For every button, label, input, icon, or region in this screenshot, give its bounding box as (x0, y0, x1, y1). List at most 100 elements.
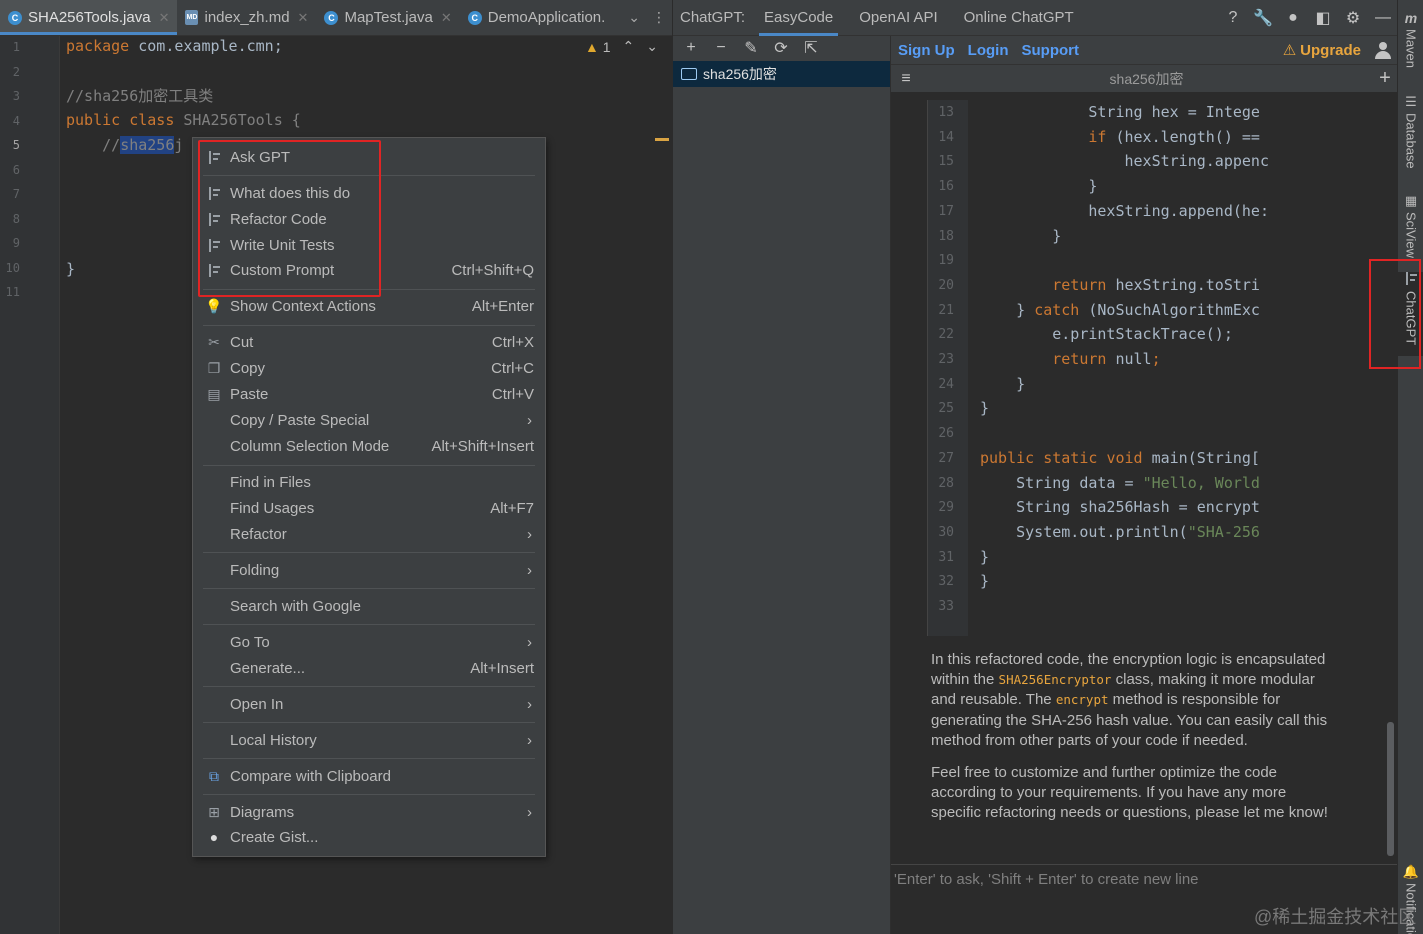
account-icon[interactable] (1374, 41, 1392, 59)
keyword: package (66, 37, 130, 55)
menu-item-open-in[interactable]: Open In › (194, 691, 544, 717)
tab-spacer (613, 0, 622, 35)
code-line[interactable]: public class SHA256Tools { (66, 111, 301, 129)
editor-tab-demoapplication[interactable]: C DemoApplication. (460, 0, 614, 35)
editor-tab-maptest[interactable]: C MapTest.java ✕ (316, 0, 459, 35)
menu-item-label: Find Usages (230, 499, 315, 517)
menu-item-paste[interactable]: ▤ Paste Ctrl+V (194, 381, 544, 407)
editor-tab-sha256tools[interactable]: C SHA256Tools.java ✕ (0, 0, 178, 35)
menu-shortcut: Alt+F7 (490, 499, 534, 517)
response-code-block[interactable]: 13 14 15 16 17 18 19 20 21 22 23 24 25 26 27 28 29 30 31 32… (927, 100, 1335, 636)
tab-online-chatgpt[interactable]: Online ChatGPT (951, 0, 1087, 36)
menu-item-cut[interactable]: ✂ Cut Ctrl+X (194, 329, 544, 355)
conversation-list-item[interactable]: sha256加密 (673, 61, 890, 87)
scrollbar-marker[interactable] (655, 138, 669, 141)
wrench-icon[interactable]: 🔧 (1248, 8, 1278, 28)
code-text: com.example.cmn; (129, 37, 283, 55)
menu-item-go-to[interactable]: Go To › (194, 629, 544, 655)
menu-item-folding[interactable]: Folding › (194, 557, 544, 583)
hamburger-icon[interactable]: ≡ (891, 70, 921, 88)
menu-item-refactor[interactable]: Refactor › (194, 521, 544, 547)
close-icon[interactable]: ✕ (441, 10, 452, 26)
selected-text: sha256 (120, 136, 175, 154)
line-number: 5 (12, 138, 20, 152)
export-icon[interactable]: ⇱ (799, 38, 823, 58)
menu-item-compare-with-clipboard[interactable]: ⧉ Compare with Clipboard (194, 763, 544, 789)
menu-item-local-history[interactable]: Local History › (194, 727, 544, 753)
menu-item-diagrams[interactable]: ⊞ Diagrams › (194, 799, 544, 825)
more-icon[interactable]: ⋮ (646, 0, 672, 35)
add-icon[interactable]: + (679, 39, 703, 57)
minimize-icon[interactable]: — (1368, 9, 1398, 27)
warning-icon: ⚠ (1282, 42, 1297, 59)
bell-icon: 🔔 (1402, 864, 1420, 879)
code-block-line-number: 19 (938, 253, 954, 269)
menu-item-create-gist[interactable]: ● Create Gist... (194, 824, 544, 850)
chevron-right-icon: › (527, 411, 532, 429)
menu-item-label: Local History (230, 731, 317, 749)
compare-icon: ⧉ (209, 767, 219, 784)
menu-separator (203, 758, 535, 759)
code-block-line-number: 30 (938, 524, 954, 540)
code-text: // (66, 136, 121, 154)
conversation-title: sha256加密 (1109, 70, 1184, 87)
remove-icon[interactable]: − (709, 39, 733, 57)
new-chat-icon[interactable]: + (1372, 67, 1398, 90)
vertical-scrollbar[interactable] (1387, 722, 1394, 856)
help-icon[interactable]: ? (1218, 9, 1248, 27)
tab-easycode[interactable]: EasyCode (751, 0, 846, 36)
menu-item-copy[interactable]: ❐ Copy Ctrl+C (194, 355, 544, 381)
login-link[interactable]: Login (968, 42, 1009, 59)
response-paragraph: Feel free to customize and further optim… (931, 764, 1328, 822)
response-paragraph: In this refactored code, the encryption … (931, 650, 1331, 751)
code-block-line-number: 18 (938, 228, 954, 244)
menu-item-label: Create Gist... (230, 828, 319, 846)
toolwindow-icon[interactable]: ◧ (1308, 8, 1338, 28)
menu-item-label: Diagrams (230, 803, 295, 821)
tab-openai-api[interactable]: OpenAI API (846, 0, 950, 36)
menu-item-find-usages[interactable]: Find Usages Alt+F7 (194, 495, 544, 521)
menu-item-copy-paste-special[interactable]: Copy / Paste Special › (194, 407, 544, 433)
menu-item-find-in-files[interactable]: Find in Files (194, 469, 544, 495)
refresh-icon[interactable]: ⟳ (769, 38, 793, 58)
code-line-current[interactable]: //sha256j (66, 136, 183, 154)
menu-item-label: Compare with Clipboard (230, 767, 391, 785)
close-icon[interactable]: ✕ (298, 10, 309, 26)
code-comment[interactable]: //sha256加密工具类 (66, 85, 213, 106)
menu-item-generate[interactable]: Generate... Alt+Insert (194, 655, 544, 681)
code-block-line-number: 32 (938, 574, 954, 590)
inspection-widget[interactable]: ▲ 1 ⌃ ⌄ (585, 38, 658, 55)
menu-item-column-selection-mode[interactable]: Column Selection Mode Alt+Shift+Insert (194, 433, 544, 459)
menu-item-search-with-google[interactable]: Search with Google (194, 593, 544, 619)
upgrade-button[interactable]: ⚠ Upgrade (1282, 41, 1361, 60)
close-icon[interactable]: ✕ (159, 10, 170, 26)
stripe-tab-database[interactable]: ☰ Database (1398, 94, 1423, 169)
menu-shortcut: Ctrl+C (491, 359, 534, 377)
stripe-tab-sciview[interactable]: ▦ SciView (1398, 193, 1423, 258)
sign-up-link[interactable]: Sign Up (898, 42, 955, 59)
code-block-line-number: 29 (938, 500, 954, 516)
gear-icon[interactable]: ⚙ (1338, 8, 1368, 28)
code-line[interactable]: package com.example.cmn; (66, 37, 283, 55)
code-block-line: } (980, 399, 990, 418)
chevron-up-icon[interactable]: ⌃ (623, 38, 635, 55)
line-number-gutter: 1 2 3 4 5 6 7 8 9 10 11 (0, 36, 60, 934)
menu-item-label: Go To (230, 633, 270, 651)
warning-indicator[interactable]: ▲ 1 (585, 39, 611, 55)
annotation-highlight-box (198, 140, 381, 297)
menu-item-label: Folding (230, 561, 280, 579)
stripe-tab-maven[interactable]: m Maven (1398, 10, 1423, 68)
github-icon[interactable]: ● (1278, 9, 1308, 27)
code-line[interactable]: } (66, 260, 75, 278)
support-link[interactable]: Support (1022, 42, 1080, 59)
code-block-line-number: 28 (938, 475, 954, 491)
line-number: 7 (12, 187, 20, 201)
editor-tab-index-zh[interactable]: MD index_zh.md ✕ (177, 0, 316, 35)
chevron-down-icon[interactable]: ⌄ (646, 38, 658, 55)
sciview-icon: ▦ (1404, 193, 1418, 208)
menu-item-label: Open In (230, 695, 284, 713)
chevron-down-icon[interactable]: ⌄ (622, 0, 646, 35)
code-block-line: String data = "Hello, World (980, 473, 1260, 492)
edit-icon[interactable]: ✎ (739, 38, 763, 58)
line-number: 8 (12, 212, 20, 226)
